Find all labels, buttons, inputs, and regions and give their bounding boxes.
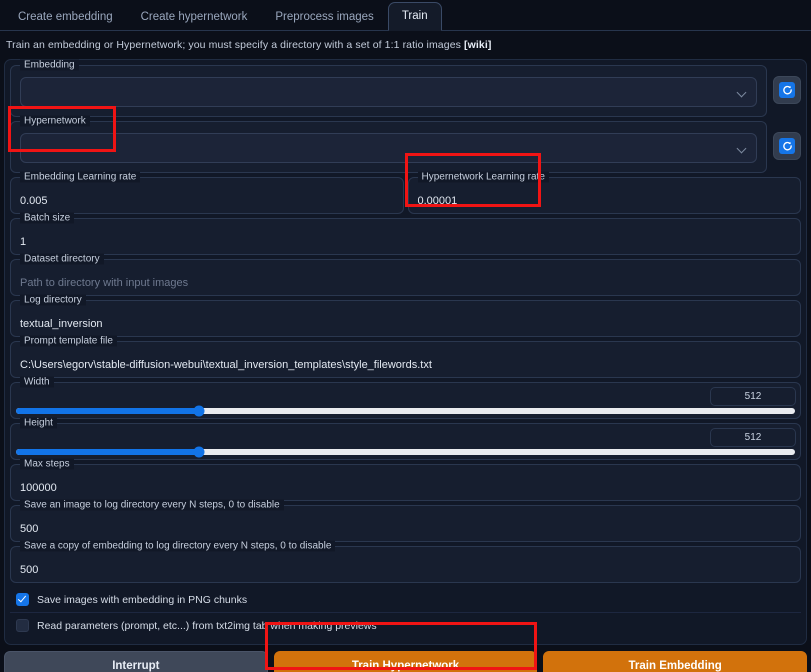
width-label: Width [20, 376, 54, 388]
height-slider-group: Height 512 [10, 417, 801, 460]
embedding-row: Embedding [10, 59, 801, 117]
height-label: Height [20, 417, 57, 429]
width-slider-thumb[interactable] [193, 405, 205, 417]
hypernetwork-learning-rate-label: Hypernetwork Learning rate [417, 171, 549, 183]
chevron-down-icon [738, 88, 747, 97]
hypernetwork-dropdown[interactable] [20, 133, 757, 163]
refresh-hypernetwork-button[interactable] [773, 132, 801, 160]
hypernetwork-learning-rate-group: Hypernetwork Learning rate 0.00001 [407, 171, 801, 214]
tab-create-hypernetwork[interactable]: Create hypernetwork [127, 3, 262, 31]
embedding-dropdown[interactable] [20, 77, 757, 107]
prompt-template-file-input[interactable]: C:\Users\egorv\stable-diffusion-webui\te… [11, 353, 800, 377]
hypernetwork-learning-rate-input[interactable]: 0.00001 [409, 189, 801, 213]
max-steps-input[interactable]: 100000 [11, 476, 800, 500]
max-steps-group: Max steps 100000 [10, 458, 801, 501]
tab-train[interactable]: Train [387, 2, 442, 31]
save-embedding-steps-label: Save a copy of embedding to log director… [20, 540, 336, 552]
embedding-label: Embedding [20, 59, 79, 71]
dataset-directory-input[interactable]: Path to directory with input images [11, 271, 800, 295]
tab-bar: Create embedding Create hypernetwork Pre… [0, 0, 811, 31]
log-directory-input[interactable]: textual_inversion [11, 312, 800, 336]
save-image-steps-group: Save an image to log directory every N s… [10, 499, 801, 542]
train-tab-screen: Create embedding Create hypernetwork Pre… [0, 0, 811, 672]
tab-create-embedding[interactable]: Create embedding [4, 3, 127, 31]
dataset-directory-label: Dataset directory [20, 253, 104, 265]
train-form-panel: Embedding Hypernetwork Embedding Learnin… [4, 59, 807, 645]
action-buttons: Interrupt Train Hypernetwork Train Embed… [0, 645, 811, 672]
refresh-icon [779, 82, 795, 98]
read-params-row[interactable]: Read parameters (prompt, etc...) from tx… [10, 612, 801, 638]
prompt-template-file-group: Prompt template file C:\Users\egorv\stab… [10, 335, 801, 378]
page-description: Train an embedding or Hypernetwork; you … [0, 31, 811, 59]
embedding-learning-rate-input[interactable]: 0.005 [11, 189, 403, 213]
width-slider-fill [16, 408, 200, 414]
tab-preprocess-images[interactable]: Preprocess images [261, 3, 387, 31]
save-embedding-steps-input[interactable]: 500 [11, 558, 800, 582]
hypernetwork-row: Hypernetwork [10, 115, 801, 173]
learning-rates-row: Embedding Learning rate 0.005 Hypernetwo… [10, 171, 801, 218]
width-slider-group: Width 512 [10, 376, 801, 419]
height-value[interactable]: 512 [710, 428, 796, 447]
height-slider[interactable] [16, 446, 795, 458]
save-png-chunks-label: Save images with embedding in PNG chunks [37, 593, 248, 606]
refresh-embedding-button[interactable] [773, 76, 801, 104]
save-png-chunks-row[interactable]: Save images with embedding in PNG chunks [10, 587, 801, 612]
save-embedding-steps-group: Save a copy of embedding to log director… [10, 540, 801, 583]
embedding-learning-rate-group: Embedding Learning rate 0.005 [10, 171, 404, 214]
width-value[interactable]: 512 [710, 387, 796, 406]
embedding-group: Embedding [10, 59, 767, 117]
batch-size-input[interactable]: 1 [11, 230, 800, 254]
hypernetwork-label: Hypernetwork [20, 115, 90, 127]
height-slider-fill [16, 449, 200, 455]
log-directory-label: Log directory [20, 294, 86, 306]
prompt-template-file-label: Prompt template file [20, 335, 117, 347]
description-text: Train an embedding or Hypernetwork; you … [6, 39, 464, 51]
hypernetwork-group: Hypernetwork [10, 115, 767, 173]
read-params-checkbox[interactable] [16, 619, 29, 632]
read-params-label: Read parameters (prompt, etc...) from tx… [37, 619, 377, 632]
embedding-learning-rate-label: Embedding Learning rate [20, 171, 141, 183]
save-image-steps-label: Save an image to log directory every N s… [20, 499, 284, 511]
interrupt-button[interactable]: Interrupt [4, 651, 268, 672]
save-image-steps-input[interactable]: 500 [11, 517, 800, 541]
batch-size-group: Batch size 1 [10, 212, 801, 255]
save-png-chunks-checkbox[interactable] [16, 593, 29, 606]
train-embedding-button[interactable]: Train Embedding [543, 651, 808, 672]
wiki-link[interactable]: [wiki] [464, 39, 491, 51]
width-slider[interactable] [16, 405, 795, 417]
max-steps-label: Max steps [20, 458, 74, 470]
height-slider-thumb[interactable] [193, 446, 205, 458]
refresh-icon [779, 138, 795, 154]
train-hypernetwork-button[interactable]: Train Hypernetwork [273, 651, 538, 672]
dataset-directory-group: Dataset directory Path to directory with… [10, 253, 801, 296]
log-directory-group: Log directory textual_inversion [10, 294, 801, 337]
height-slider-head: 512 [11, 428, 800, 447]
batch-size-label: Batch size [20, 212, 75, 224]
width-slider-head: 512 [11, 387, 800, 406]
chevron-down-icon [738, 144, 747, 153]
